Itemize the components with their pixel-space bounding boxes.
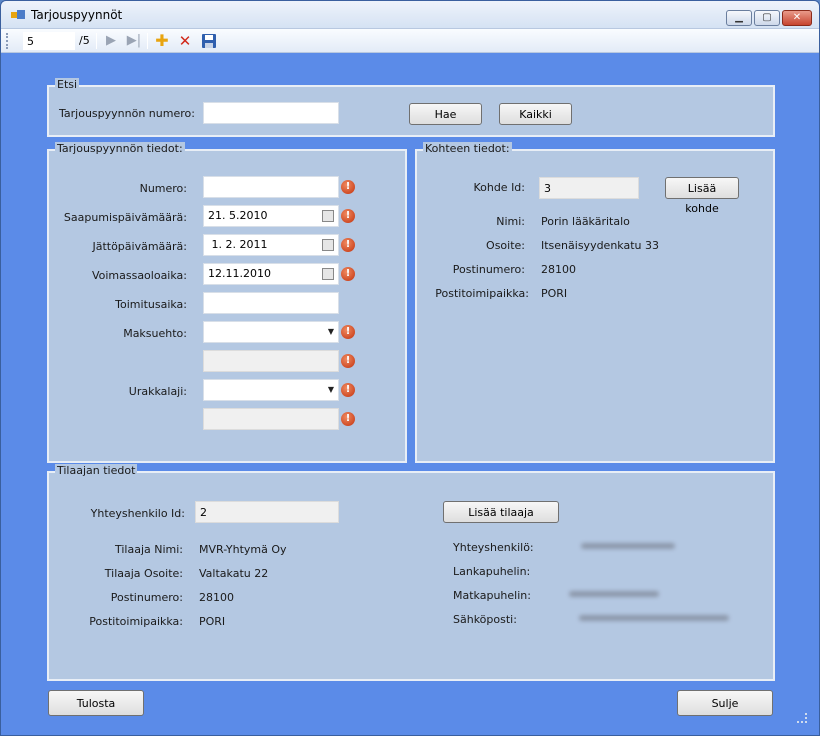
target-city-label: Postitoimipaikka: [435,287,529,300]
move-last-icon[interactable]: ▶| [126,33,142,49]
toolbar-separator [147,33,148,49]
app-window: Tarjouspyynnöt ▁ ▢ ✕ /5 ▶ ▶| ✚ ✕ Etsi Ta… [0,0,820,736]
contact-id-input[interactable] [195,501,339,523]
calendar-icon[interactable] [322,239,334,251]
deadline-date-label: Jättöpäivämäärä: [92,240,187,253]
numero-input[interactable] [203,176,339,198]
contract-type-select[interactable]: ▼ [203,379,339,401]
client-name-value: MVR-Yhtymä Oy [199,543,287,556]
window-title: Tarjouspyynnöt [31,8,123,22]
target-name-label: Nimi: [496,215,525,228]
toolbar-separator [96,33,97,49]
request-details-title: Tarjouspyynnön tiedot: [55,142,185,155]
client-city-value: PORI [199,615,226,628]
landline-label: Lankapuhelin: [453,565,531,578]
client-address-value: Valtakatu 22 [199,567,269,580]
payment-terms-select[interactable]: ▼ [203,321,339,343]
dropdown-arrow-icon[interactable]: ▼ [328,327,334,336]
client-address-label: Tilaaja Osoite: [104,567,183,580]
validity-date-picker[interactable]: 12.11.2010 [203,263,339,285]
error-icon: ! [341,325,355,339]
target-city-value: PORI [541,287,568,300]
client-postcode-label: Postinumero: [110,591,183,604]
target-details-title: Kohteen tiedot: [423,142,512,155]
target-postcode-value: 28100 [541,263,576,276]
app-icon [11,10,25,19]
delivery-time-label: Toimitusaika: [115,298,187,311]
form-content: Etsi Tarjouspyynnön numero: Hae Kaikki T… [9,61,811,727]
title-bar: Tarjouspyynnöt ▁ ▢ ✕ [1,1,819,29]
resize-grip[interactable] [797,713,807,723]
show-all-button[interactable]: Kaikki [499,103,572,125]
search-button[interactable]: Hae [409,103,482,125]
delivery-time-input[interactable] [203,292,339,314]
error-icon: ! [341,412,355,426]
client-city-label: Postitoimipaikka: [89,615,183,628]
error-icon: ! [341,383,355,397]
minimize-button[interactable]: ▁ [726,10,752,26]
redacted-contact-person [581,543,675,549]
move-next-icon[interactable]: ▶ [103,33,119,49]
contract-type-extra-field[interactable] [203,408,339,430]
request-details-group: Tarjouspyynnön tiedot: Numero: ! Saapumi… [47,142,407,463]
client-name-label: Tilaaja Nimi: [114,543,183,556]
contract-type-label: Urakkalaji: [128,385,187,398]
arrival-date-picker[interactable]: 21. 5.2010 [203,205,339,227]
mobile-label: Matkapuhelin: [453,589,531,602]
arrival-date-label: Saapumispäivämäärä: [63,211,187,224]
error-icon: ! [341,209,355,223]
payment-terms-extra-field[interactable] [203,350,339,372]
add-client-button[interactable]: Lisää tilaaja [443,501,559,523]
validity-date-value: 12.11.2010 [208,267,271,280]
target-details-group: Kohteen tiedot: Kohde Id: Lisää kohde Ni… [415,142,775,463]
request-number-label: Tarjouspyynnön numero: [59,107,195,120]
redacted-mobile [569,591,659,597]
calendar-icon[interactable] [322,210,334,222]
arrival-date-value: 21. 5.2010 [208,209,268,222]
validity-label: Voimassaoloaika: [91,269,187,282]
target-name-value: Porin lääkäritalo [541,215,630,228]
client-postcode-value: 28100 [199,591,234,604]
binding-navigator: /5 ▶ ▶| ✚ ✕ [1,29,819,53]
error-icon: ! [341,180,355,194]
deadline-date-picker[interactable]: 1. 2. 2011 [203,234,339,256]
payment-terms-label: Maksuehto: [123,327,187,340]
search-group: Etsi Tarjouspyynnön numero: Hae Kaikki [47,78,775,137]
maximize-button[interactable]: ▢ [754,10,780,26]
position-input[interactable] [23,32,75,50]
calendar-icon[interactable] [322,268,334,280]
error-icon: ! [341,267,355,281]
contact-person-label: Yhteyshenkilö: [453,541,534,554]
position-total: /5 [79,34,90,47]
request-number-input[interactable] [203,102,339,124]
target-id-input[interactable] [539,177,639,199]
search-group-title: Etsi [55,78,80,91]
redacted-email [579,615,729,621]
error-icon: ! [341,238,355,252]
toolbar-grip[interactable] [6,33,9,49]
target-address-value: Itsenäisyydenkatu 33 [541,239,659,252]
add-new-icon[interactable]: ✚ [154,33,170,49]
dropdown-arrow-icon[interactable]: ▼ [328,385,334,394]
save-icon[interactable] [201,33,217,49]
numero-label: Numero: [139,182,187,195]
add-target-button[interactable]: Lisää kohde [665,177,739,215]
email-label: Sähköposti: [453,613,517,626]
client-details-group: Tilaajan tiedot Yhteyshenkilo Id: Lisää … [47,464,775,681]
print-button[interactable]: Tulosta [48,690,144,716]
target-address-label: Osoite: [486,239,525,252]
delete-icon[interactable]: ✕ [177,33,193,49]
error-icon: ! [341,354,355,368]
target-id-label: Kohde Id: [473,181,525,194]
close-window-button[interactable]: ✕ [782,10,812,26]
contact-id-label: Yhteyshenkilo Id: [90,507,185,520]
close-button[interactable]: Sulje [677,690,773,716]
target-postcode-label: Postinumero: [452,263,525,276]
client-details-title: Tilaajan tiedot [55,464,138,477]
deadline-date-value: 1. 2. 2011 [208,238,268,251]
